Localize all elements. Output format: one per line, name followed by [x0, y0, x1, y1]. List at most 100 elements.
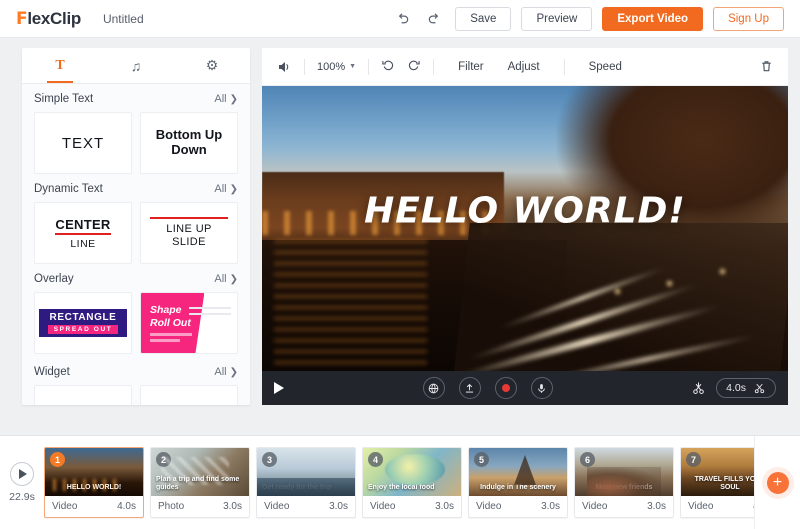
microphone-icon[interactable] [530, 377, 553, 399]
dynamic-text-cards: CENTER LINE LINE UP SLIDE [22, 202, 250, 264]
clip-index-badge: 3 [262, 452, 277, 467]
globe-icon[interactable] [422, 377, 445, 399]
see-all-widget[interactable]: All ❯ [214, 366, 238, 378]
widget-card[interactable] [140, 385, 238, 405]
zoom-level-dropdown[interactable]: 100% ▼ [317, 61, 356, 73]
template-label: CENTER LINE [55, 217, 111, 250]
template-rectangle-spread-out[interactable]: RECTANGLE SPREAD OUT [34, 292, 132, 354]
logo-f-mark: F [16, 8, 28, 29]
clip-index-badge: 5 [474, 452, 489, 467]
timeline-clip[interactable]: 5 Indulge in The scenery Video 3.0s [468, 447, 568, 518]
clip-meta: Video4.0s [681, 496, 754, 517]
redo-icon[interactable] [423, 8, 445, 30]
see-all-dynamic-text[interactable]: All ❯ [214, 183, 238, 195]
clip-type: Photo [158, 501, 185, 512]
street-lamp [667, 280, 673, 286]
header-actions: Save Preview Export Video Sign Up [391, 6, 784, 31]
template-line1: RECTANGLE [49, 312, 117, 323]
shape-graphic: Shape Roll Out [141, 293, 205, 353]
video-canvas[interactable]: HELLO WORLD! [262, 86, 788, 371]
widget-card[interactable] [34, 385, 132, 405]
stage-toolbar: 100% ▼ Filter Adjust Speed [262, 48, 788, 86]
trash-icon[interactable] [759, 59, 774, 74]
scissors-icon [754, 383, 765, 393]
street-lamp [614, 289, 620, 295]
clip-duration: 3.0s [329, 501, 348, 512]
timeline-clip[interactable]: 1 HELLO WORLD! Video 4.0s [44, 447, 144, 518]
clip-thumbnail: 1 HELLO WORLD! [45, 448, 143, 496]
clip-duration: 3.0s [541, 501, 560, 512]
template-center-line[interactable]: CENTER LINE [34, 202, 132, 264]
template-line1: LINE UP [166, 222, 212, 235]
clip-thumbnail: 4 Enjoy the local food [363, 448, 461, 496]
template-text[interactable]: TEXT [34, 112, 132, 174]
toolbar-divider [368, 58, 370, 75]
filter-button[interactable]: Filter [446, 61, 496, 73]
clip-caption: Indulge in The scenery [480, 484, 556, 492]
see-all-overlay[interactable]: All ❯ [214, 273, 238, 285]
chevron-right-icon: ❯ [229, 183, 238, 195]
clip-duration-control[interactable]: 4.0s [716, 378, 776, 398]
panel-content[interactable]: Simple Text All ❯ TEXT Bottom Up Down Dy… [22, 84, 250, 405]
player-trim-tools: 4.0s [691, 378, 776, 398]
timeline-clip[interactable]: 2 Plan a trip and find some guides Photo 3.… [150, 447, 250, 518]
template-line2: SLIDE [172, 236, 206, 248]
timeline-clips[interactable]: 1 HELLO WORLD! Video 4.0s 2 Plan a trip and f… [44, 436, 754, 529]
tab-text[interactable]: T [22, 48, 98, 83]
undo-icon[interactable] [391, 8, 413, 30]
total-duration: 22.9s [9, 491, 35, 503]
music-note-icon: ♫ [130, 57, 142, 74]
project-title[interactable]: Untitled [103, 12, 144, 26]
flexclip-editor: FlexClip Untitled Save Preview Export Vi… [0, 0, 800, 529]
clip-meta: Video 3.0s [469, 496, 567, 517]
rotate-left-icon[interactable] [381, 59, 396, 74]
see-all-simple-text[interactable]: All ❯ [214, 93, 238, 105]
play-icon[interactable] [274, 382, 284, 394]
clip-meta: Video 3.0s [575, 496, 673, 517]
gear-icon: ⚙ [205, 57, 219, 73]
clip-caption: Get ready for the trip [262, 484, 332, 492]
timeline-clip[interactable]: 7TRAVEL FILLS YOUR SOUL❯Video4.0s [680, 447, 754, 518]
clip-caption: HELLO WORLD! [66, 484, 122, 492]
timeline-clip[interactable]: 3 Get ready for the trip Video 3.0s [256, 447, 356, 518]
clip-index-badge: 7 [686, 452, 701, 467]
timeline-clip[interactable]: 6 Meet new friends Video 3.0s [574, 447, 674, 518]
clip-thumbnail: 7TRAVEL FILLS YOUR SOUL❯ [681, 448, 754, 496]
canvas-text-element[interactable]: HELLO WORLD! [262, 191, 788, 232]
clip-meta: Video 3.0s [363, 496, 461, 517]
add-media-area: + [754, 436, 800, 529]
export-video-button[interactable]: Export Video [602, 6, 704, 31]
template-line1: Bottom Up [155, 127, 223, 143]
template-bottom-up-down[interactable]: Bottom Up Down [140, 112, 238, 174]
template-shape-roll-out[interactable]: Shape Roll Out [140, 292, 238, 354]
clip-meta: Video4.0s [45, 496, 143, 517]
speed-button[interactable]: Speed [577, 61, 634, 73]
upload-icon[interactable] [458, 377, 481, 399]
simple-text-cards: TEXT Bottom Up Down [22, 112, 250, 174]
record-icon[interactable] [494, 377, 517, 399]
volume-icon[interactable] [276, 59, 292, 75]
assets-panel: T ♫ ⚙ Simple Text All ❯ TEXT Bottom Up D… [22, 48, 250, 405]
adjust-button[interactable]: Adjust [496, 61, 552, 73]
flexclip-logo[interactable]: FlexClip [16, 9, 81, 29]
widget-cards [22, 385, 250, 405]
template-line-up-slide[interactable]: LINE UP SLIDE [140, 202, 238, 264]
timeline-play-button[interactable] [10, 462, 34, 486]
accent-line [150, 216, 228, 219]
see-all-label: All [214, 366, 227, 378]
rotate-right-icon[interactable] [406, 59, 421, 74]
split-icon[interactable] [691, 381, 706, 396]
tab-music[interactable]: ♫ [98, 48, 174, 83]
preview-button[interactable]: Preview [521, 6, 593, 31]
see-all-label: All [214, 273, 227, 285]
clip-caption: Plan a trip and find some guides [156, 475, 240, 492]
tab-settings[interactable]: ⚙ [174, 48, 250, 83]
section-header-overlay: Overlay All ❯ [22, 264, 250, 292]
add-media-button[interactable]: + [766, 471, 789, 494]
sign-up-button[interactable]: Sign Up [713, 6, 784, 31]
clip-caption: Enjoy the local food [368, 484, 435, 492]
clip-index-badge: 6 [580, 452, 595, 467]
save-button[interactable]: Save [455, 6, 512, 31]
timeline-clip[interactable]: 4 Enjoy the local food Video 3.0s [362, 447, 462, 518]
chevron-right-icon: ❯ [229, 273, 238, 285]
